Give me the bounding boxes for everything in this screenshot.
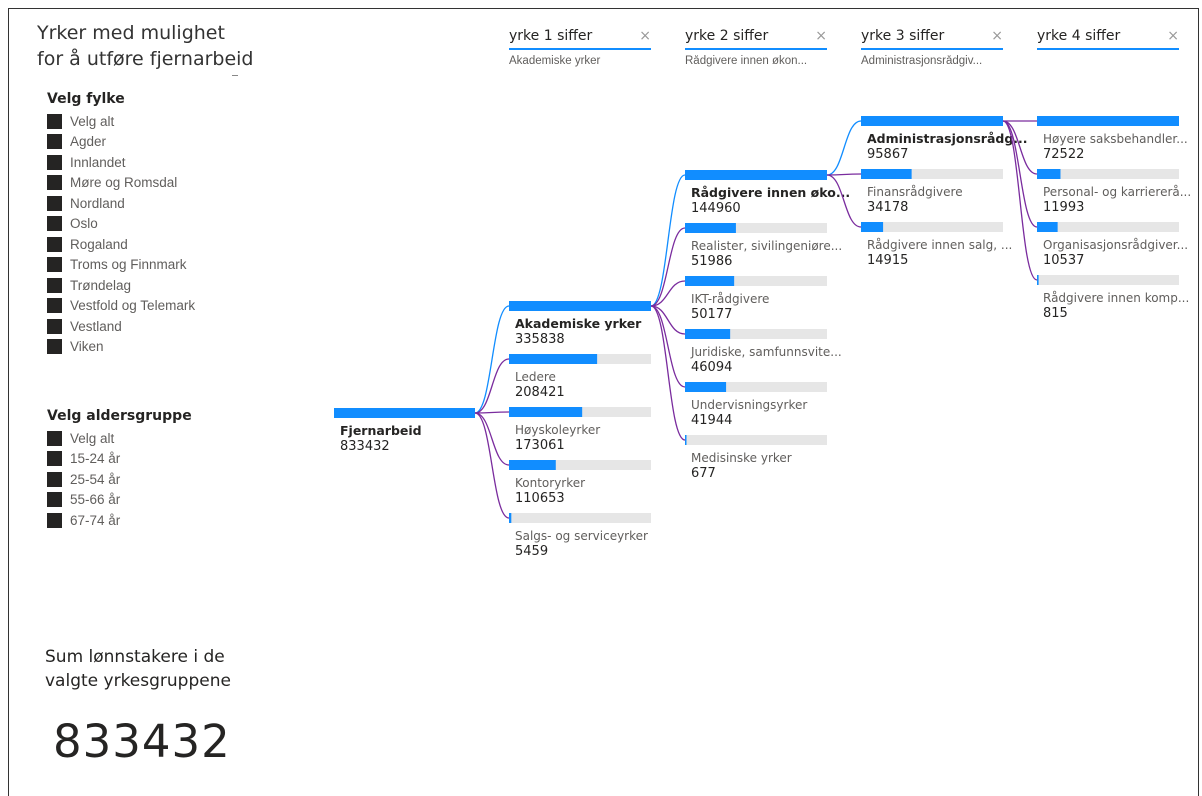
node-value: 41944 [691,413,732,428]
node-label: Realister, sivilingeniøre... [691,239,842,253]
node-label: Rådgivere innen øko... [691,185,850,200]
node-bar[interactable] [685,223,736,233]
tree-link[interactable] [474,411,510,414]
node-bar[interactable] [685,382,727,392]
node-label: Administrasjonsrådg... [867,131,1028,146]
tree-link[interactable] [826,173,862,176]
node-value: 10537 [1043,253,1084,268]
node-value: 50177 [691,307,732,322]
node-label: Kontoryrker [515,476,585,490]
node-bar-track[interactable] [685,435,827,445]
node-bar[interactable] [1037,116,1179,126]
node-value: 72522 [1043,147,1084,162]
node-label: Rådgivere innen salg, ... [867,238,1012,252]
tree-link[interactable] [826,174,862,228]
decomposition-tree: Fjernarbeid833432 Akademiske yrker335838 L… [334,116,1191,559]
tree-link[interactable] [474,358,510,414]
node-bar[interactable] [1037,222,1058,232]
root-label: Fjernarbeid [340,423,422,438]
tree-link[interactable] [1002,120,1038,175]
node-bar[interactable] [509,301,651,311]
node-bar[interactable] [861,116,1003,126]
node-label: Salgs- og serviceyrker [515,529,648,543]
node-label: Juridiske, samfunnsvite... [690,345,842,359]
node-bar[interactable] [685,435,687,445]
node-value: 46094 [691,360,732,375]
node-bar[interactable] [1037,275,1039,285]
node-value: 144960 [691,201,741,216]
node-value: 208421 [515,385,565,400]
tree-link[interactable] [474,412,510,519]
node-label: Ledere [515,370,556,384]
tree-link[interactable] [474,412,510,466]
node-value: 110653 [515,491,565,506]
node-value: 34178 [867,200,908,215]
node-bar[interactable] [861,222,884,232]
node-label: Akademiske yrker [515,316,642,331]
tree-link[interactable] [474,305,510,414]
tree-link[interactable] [826,120,862,176]
node-bar[interactable] [509,354,598,364]
node-bar[interactable] [685,276,735,286]
node-value: 677 [691,466,716,481]
node-bar[interactable] [509,407,583,417]
node-label: Høyere saksbehandler... [1043,132,1188,146]
node-value: 815 [1043,306,1068,321]
tree-link[interactable] [650,174,686,307]
node-value: 95867 [867,147,908,162]
node-label: Undervisningsyrker [691,398,807,412]
root-value: 833432 [340,439,390,454]
tree-link[interactable] [650,305,686,441]
node-value: 173061 [515,438,565,453]
node-bar-track[interactable] [1037,275,1179,285]
node-bar[interactable] [685,329,731,339]
root-bar[interactable] [334,408,475,418]
node-value: 5459 [515,544,548,559]
node-bar[interactable] [509,460,556,470]
node-label: Organisasjonsrådgiver... [1043,238,1188,252]
node-value: 335838 [515,332,565,347]
node-bar[interactable] [861,169,912,179]
node-bar-track[interactable] [1037,222,1179,232]
node-label: Medisinske yrker [691,451,792,465]
node-label: IKT-rådgivere [691,292,769,306]
node-value: 14915 [867,253,908,268]
node-bar[interactable] [509,513,512,523]
node-value: 51986 [691,254,732,269]
node-bar[interactable] [1037,169,1061,179]
node-bar[interactable] [685,170,827,180]
node-label: Rådgivere innen komp... [1043,291,1189,305]
node-value: 11993 [1043,200,1084,215]
node-label: Personal- og karriererå... [1043,185,1191,199]
node-label: Finansrådgivere [867,185,963,199]
node-bar-track[interactable] [509,513,651,523]
node-label: Høyskoleyrker [515,423,600,437]
